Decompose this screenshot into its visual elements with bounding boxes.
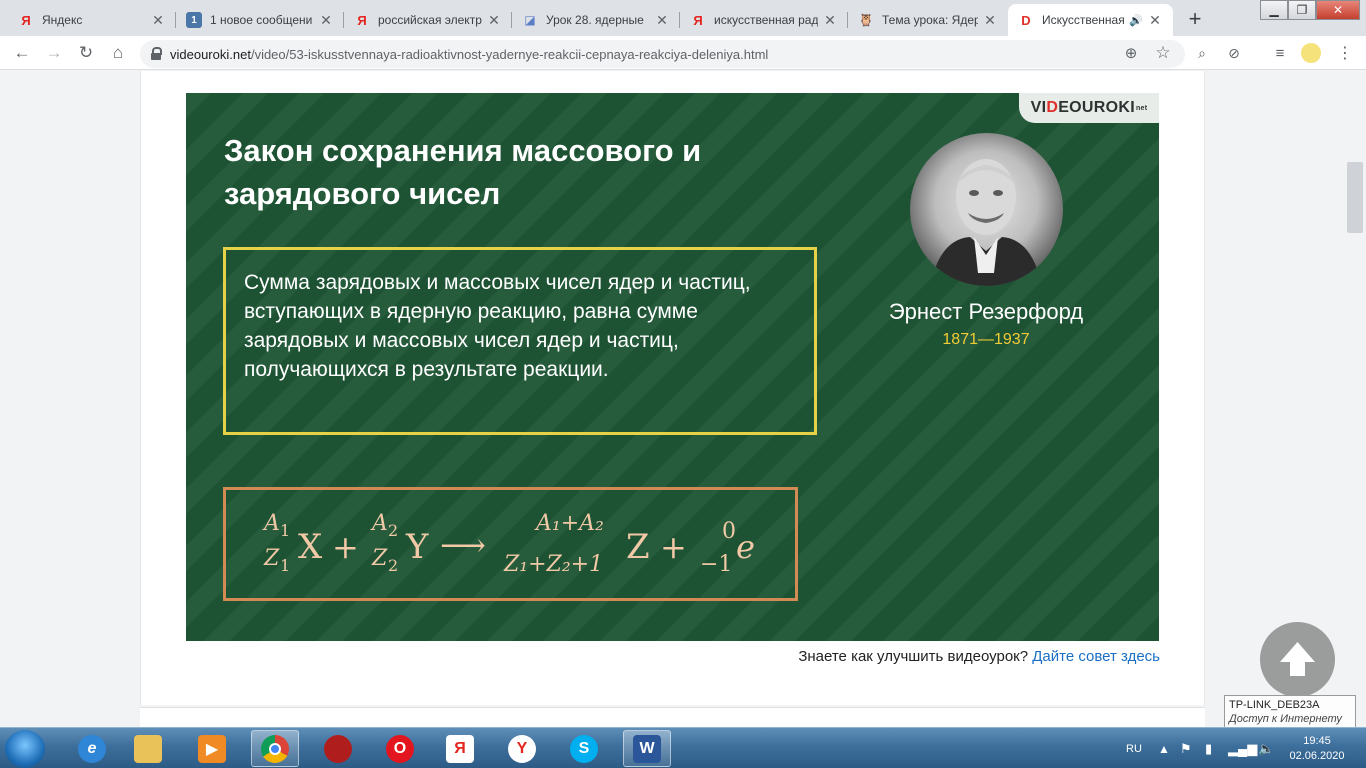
browser-toolbar: ← → ↻ ⌂ videouroki.net/video/53-iskusstv…: [0, 36, 1366, 70]
svg-text:1: 1: [280, 556, 290, 575]
yandex-icon: Я: [21, 12, 31, 28]
address-bar[interactable]: videouroki.net/video/53-iskusstvennaya-r…: [140, 40, 1185, 68]
law-text: Сумма зарядовых и массовых чисел ядер и …: [244, 271, 751, 381]
scroll-to-top-button[interactable]: [1260, 622, 1335, 697]
windows-taskbar: e ▶ O Я Y S W RU ▲ ⚑ ▮ ▂▄▆ 🔈 19:45 02.06…: [0, 727, 1366, 768]
svg-text:Z: Z: [371, 546, 388, 571]
start-button[interactable]: [5, 730, 45, 768]
svg-text:+: +: [332, 528, 359, 566]
person-name: Эрнест Резерфорд: [888, 299, 1084, 324]
scrollbar-thumb[interactable]: [1347, 162, 1363, 233]
svg-text:X: X: [298, 527, 323, 567]
reload-icon[interactable]: ↻: [74, 41, 98, 65]
extension-search-icon[interactable]: ⌕: [1190, 41, 1214, 65]
word-icon[interactable]: W: [623, 730, 671, 767]
arrow-up-icon: [1280, 642, 1315, 676]
svg-text:2: 2: [388, 556, 398, 575]
media-player-icon[interactable]: ▶: [188, 730, 236, 767]
network-icon[interactable]: ▂▄▆: [1228, 728, 1257, 768]
page-content: VI D EOUROKI net Закон сохранения массового…: [0, 71, 1366, 727]
yandex-icon: Я: [357, 12, 367, 28]
law-definition-box: Сумма зарядовых и массовых чисел ядер и …: [223, 247, 817, 435]
battery-icon[interactable]: ▮: [1205, 728, 1212, 768]
close-tab-icon[interactable]: ✕: [982, 12, 998, 29]
new-tab-button[interactable]: +: [1181, 6, 1209, 34]
svg-text:Y: Y: [405, 527, 429, 567]
bookmark-star-icon[interactable]: ☆: [1151, 41, 1175, 65]
zoom-icon[interactable]: ⊕: [1119, 41, 1143, 65]
back-icon[interactable]: ←: [10, 41, 34, 65]
svg-text:A: A: [262, 511, 280, 536]
compass-icon[interactable]: ⊘: [1222, 41, 1246, 65]
svg-text:⟶: ⟶: [440, 526, 486, 564]
opera-icon[interactable]: O: [376, 730, 424, 767]
video-player[interactable]: VI D EOUROKI net Закон сохранения массового…: [186, 93, 1159, 641]
show-hidden-icons[interactable]: ▲: [1158, 728, 1170, 768]
clock[interactable]: 19:45 02.06.2020: [1282, 734, 1352, 764]
svg-text:−1: −1: [700, 552, 732, 577]
close-tab-icon[interactable]: ✕: [654, 12, 670, 29]
svg-text:0: 0: [722, 519, 736, 544]
tab-yandex[interactable]: Я Яндекс ✕: [8, 4, 176, 36]
tab-vk[interactable]: 1 1 новое сообщени ✕: [176, 4, 344, 36]
vk-icon: 1: [186, 12, 202, 28]
tab-strip: Я Яндекс ✕ 1 1 новое сообщени ✕ Я россий…: [0, 0, 1366, 36]
maximize-button[interactable]: ❐: [1288, 0, 1316, 20]
close-tab-icon[interactable]: ✕: [486, 12, 502, 29]
scrollbar[interactable]: [1344, 71, 1366, 727]
rutherford-portrait: [910, 133, 1063, 286]
close-tab-icon[interactable]: ✕: [318, 12, 334, 29]
home-icon[interactable]: ⌂: [106, 41, 130, 65]
profile-avatar[interactable]: [1299, 41, 1323, 65]
flag-icon[interactable]: ⚑: [1180, 728, 1192, 768]
svg-text:2: 2: [388, 521, 398, 540]
svg-text:1: 1: [280, 521, 290, 540]
app-red-icon[interactable]: [314, 730, 362, 767]
person-years: 1871—1937: [942, 331, 1030, 348]
svg-text:Z: Z: [263, 546, 280, 571]
svg-text:e: e: [736, 528, 755, 566]
slide-title: Закон сохранения массового и зарядового …: [224, 133, 702, 211]
menu-icon[interactable]: ⋮: [1333, 41, 1357, 65]
content-card-lower: [140, 707, 1205, 727]
svg-text:+: +: [660, 528, 687, 566]
speaker-icon[interactable]: 🔊: [1129, 14, 1143, 27]
give-advice-link[interactable]: Дайте совет здесь: [1032, 648, 1160, 665]
nuclear-reaction-formula: A 1 Z 1 X + A 2 Z 2 Y ⟶ A₁+A₂ Z₁+Z₂+1 Z …: [262, 511, 755, 577]
tab-yandex-search-1[interactable]: Я российская электр ✕: [344, 4, 512, 36]
yandex-browser-icon[interactable]: Y: [498, 730, 546, 767]
svg-text:A: A: [370, 511, 388, 536]
language-indicator[interactable]: RU: [1126, 728, 1142, 768]
owl-icon: 🦉: [858, 13, 874, 27]
ie-icon[interactable]: e: [68, 730, 116, 767]
videouroki-logo: VI D EOUROKI net: [1019, 93, 1159, 123]
doc-icon: ◪: [524, 13, 536, 27]
close-tab-icon[interactable]: ✕: [1147, 12, 1163, 29]
videouroki-icon: D: [1021, 12, 1031, 28]
tab-active-videouroki[interactable]: D Искусственная 🔊 ✕: [1008, 4, 1173, 36]
svg-text:A₁+A₂: A₁+A₂: [534, 511, 604, 536]
close-tab-icon[interactable]: ✕: [150, 12, 166, 29]
wifi-tooltip: TP-LINK_DEB23A Доступ к Интернету: [1224, 695, 1356, 727]
tab-lesson-topic[interactable]: 🦉 Тема урока: Ядерн ✕: [848, 4, 1008, 36]
feedback-tip: Знаете как улучшить видеоурок? Дайте сов…: [798, 648, 1160, 665]
close-tab-icon[interactable]: ✕: [822, 12, 838, 29]
close-window-button[interactable]: ✕: [1316, 0, 1360, 20]
svg-text:Z: Z: [626, 527, 650, 567]
skype-icon[interactable]: S: [560, 730, 608, 767]
formula-box: A 1 Z 1 X + A 2 Z 2 Y ⟶ A₁+A₂ Z₁+Z₂+1 Z …: [223, 487, 798, 601]
lock-icon: [150, 47, 162, 61]
reading-list-icon[interactable]: ≡: [1268, 41, 1292, 65]
minimize-button[interactable]: ▁: [1260, 0, 1288, 20]
yandex-icon: Я: [693, 12, 703, 28]
file-explorer-icon[interactable]: [124, 730, 172, 767]
forward-icon[interactable]: →: [42, 41, 66, 65]
chrome-icon[interactable]: [251, 730, 299, 767]
svg-text:Z₁+Z₂+1: Z₁+Z₂+1: [503, 552, 603, 577]
volume-icon[interactable]: 🔈: [1258, 728, 1274, 768]
tab-lesson-28[interactable]: ◪ Урок 28. ядерные ✕: [512, 4, 680, 36]
tab-yandex-search-2[interactable]: Я искусственная рад ✕: [680, 4, 848, 36]
yandex-app-icon[interactable]: Я: [436, 730, 484, 767]
